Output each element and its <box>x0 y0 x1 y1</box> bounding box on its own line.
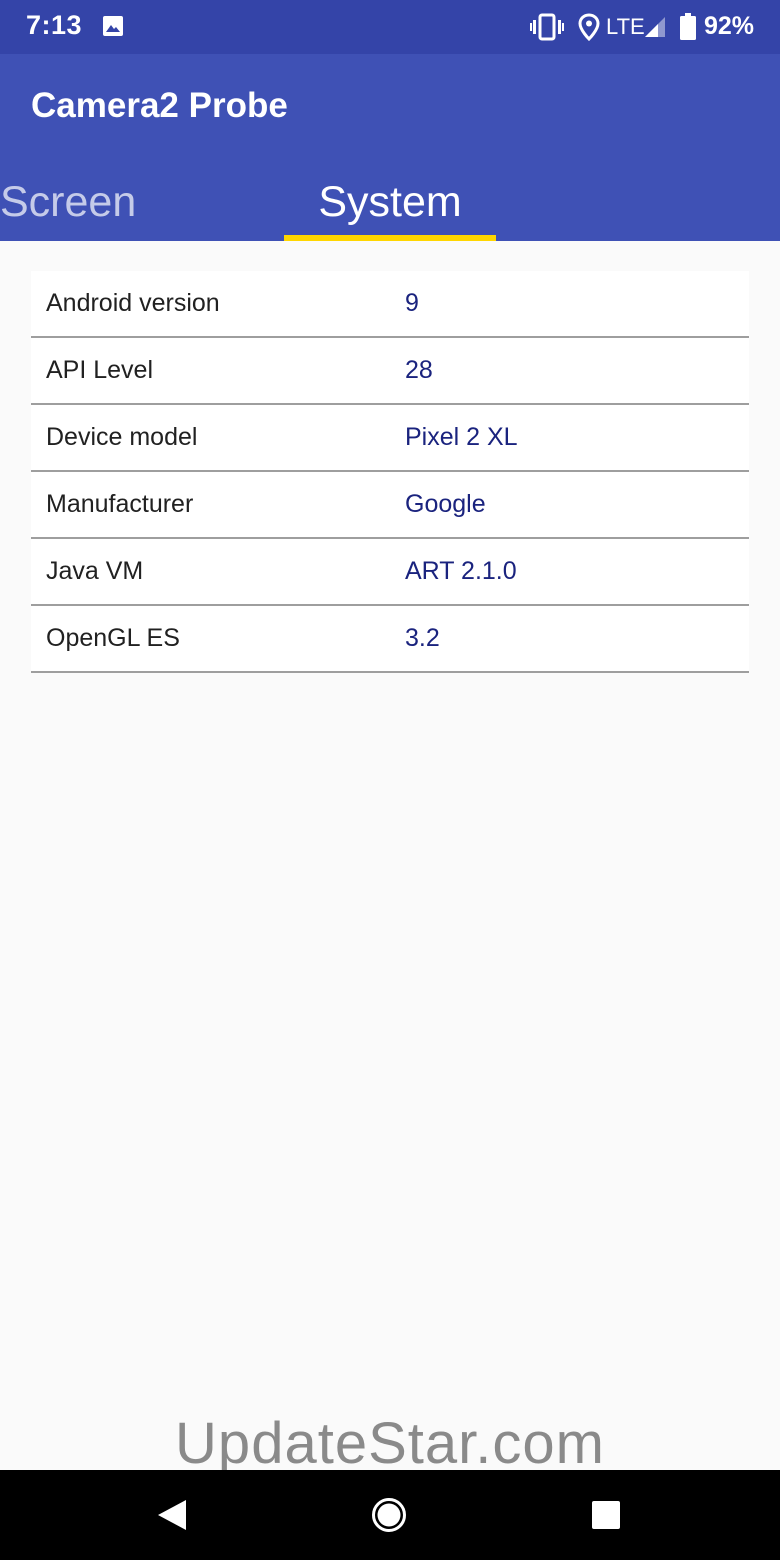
screen: 7:13 LTE 92% Camera2 Probe Screen System… <box>0 0 780 1560</box>
watermark: UpdateStar.com <box>175 1411 605 1476</box>
photo-icon <box>103 16 123 36</box>
app-bar: Camera2 Probe Screen System <box>0 54 780 241</box>
row-label: Android version <box>46 289 220 317</box>
row-label: Manufacturer <box>46 490 194 518</box>
row-value: ART 2.1.0 <box>405 557 517 585</box>
row-value: Google <box>405 490 486 518</box>
tab-system[interactable]: System <box>284 172 496 232</box>
tab-screen[interactable]: Screen <box>0 172 136 232</box>
table-row: Android version 9 <box>31 271 749 338</box>
back-icon[interactable] <box>156 1498 188 1532</box>
recents-icon[interactable] <box>591 1500 621 1530</box>
status-time: 7:13 <box>26 10 83 40</box>
table-row: Java VM ART 2.1.0 <box>31 539 749 606</box>
signal-icon <box>645 17 665 37</box>
network-type: LTE <box>606 14 645 39</box>
vibrate-icon <box>530 13 564 41</box>
row-label: OpenGL ES <box>46 624 180 652</box>
battery-icon <box>680 13 696 40</box>
table-row: API Level 28 <box>31 338 749 405</box>
navigation-bar <box>0 1470 780 1560</box>
row-label: API Level <box>46 356 154 384</box>
row-label: Device model <box>46 423 198 451</box>
row-label: Java VM <box>46 557 144 585</box>
tab-indicator <box>284 235 496 241</box>
table-row: Manufacturer Google <box>31 472 749 539</box>
app-title: Camera2 Probe <box>31 86 288 125</box>
battery-level: 92% <box>704 12 755 40</box>
home-icon[interactable] <box>371 1497 407 1533</box>
row-value: 3.2 <box>405 624 440 652</box>
system-info-table: Android version 9 API Level 28 Device mo… <box>31 271 749 673</box>
table-row: Device model Pixel 2 XL <box>31 405 749 472</box>
location-icon <box>578 13 600 41</box>
row-value: 28 <box>405 356 433 384</box>
table-row: OpenGL ES 3.2 <box>31 606 749 673</box>
row-value: Pixel 2 XL <box>405 423 518 451</box>
status-bar: 7:13 LTE 92% <box>0 0 780 54</box>
row-value: 9 <box>405 289 419 317</box>
